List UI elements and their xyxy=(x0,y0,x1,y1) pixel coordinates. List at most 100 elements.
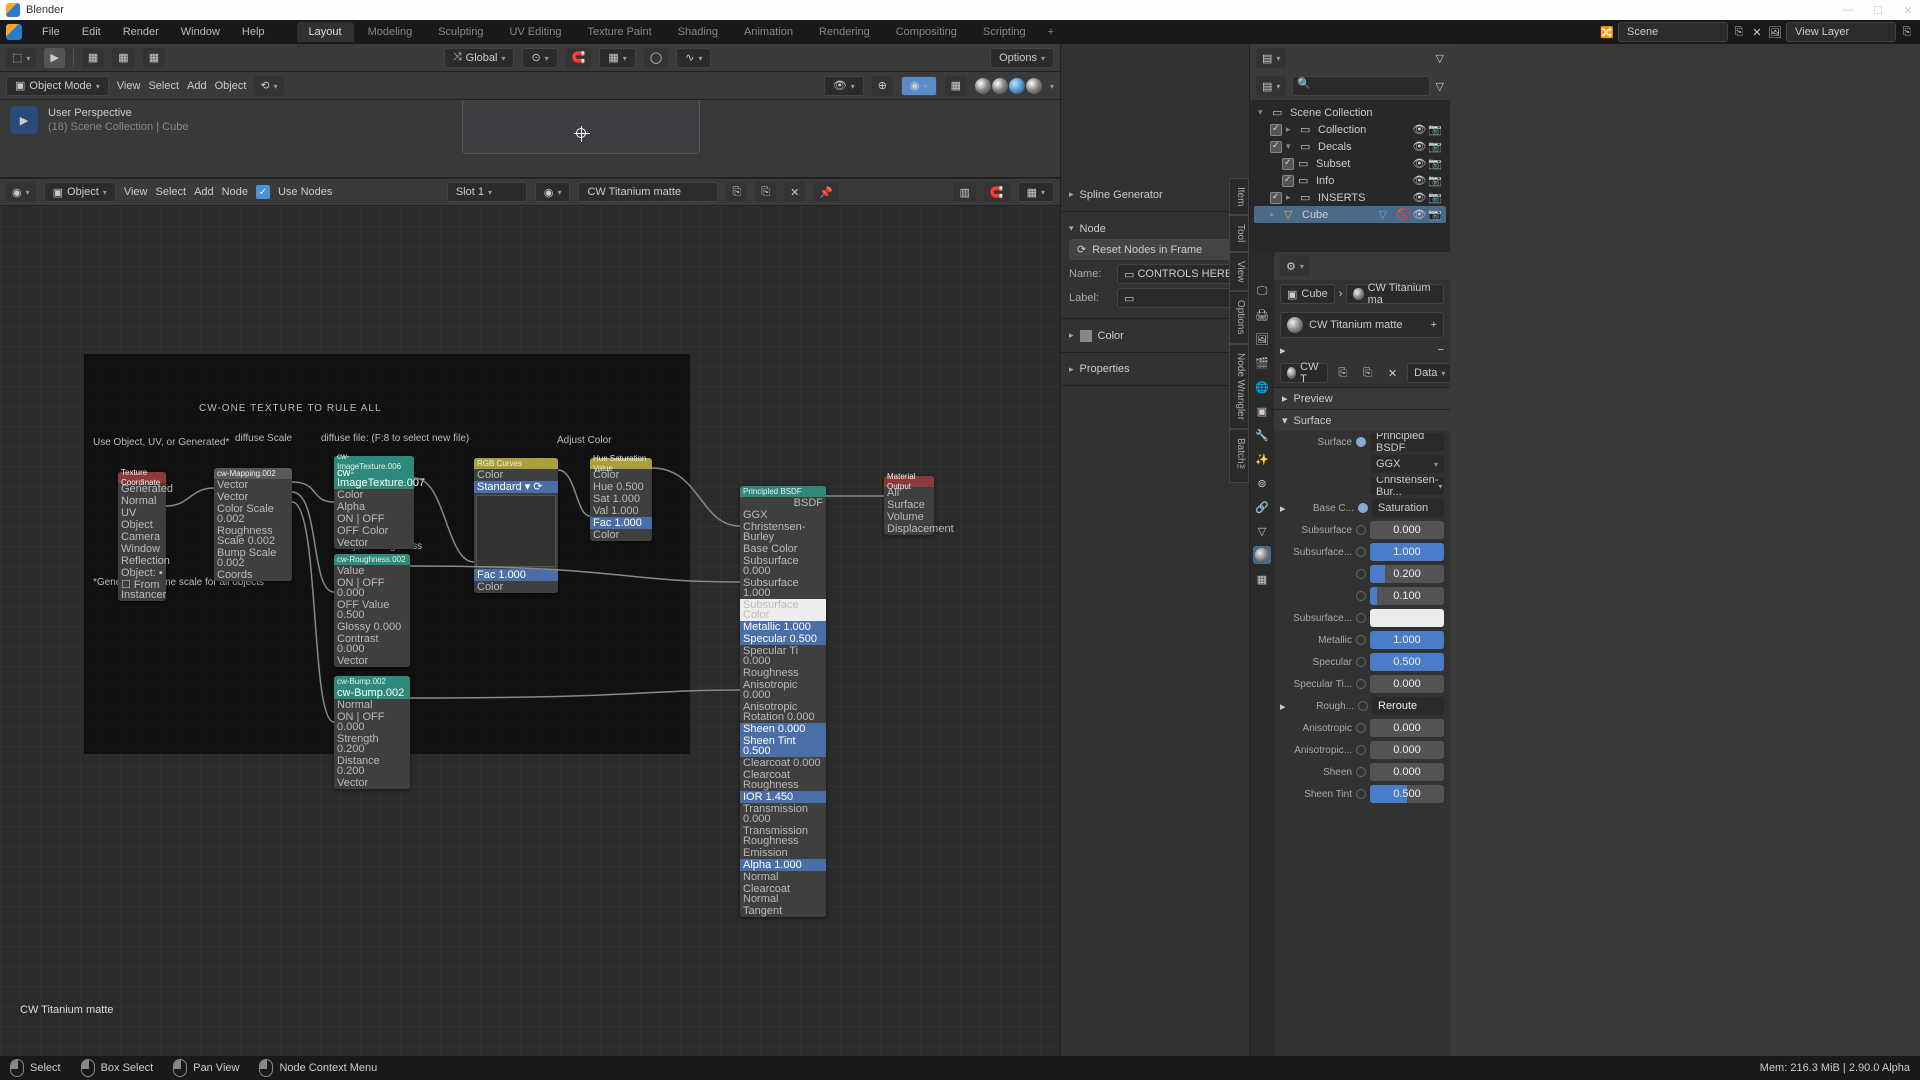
material-browse[interactable]: CW T xyxy=(1280,363,1328,383)
distribution-dropdown[interactable]: GGX xyxy=(1370,455,1444,473)
eye-icon[interactable]: 👁 xyxy=(1412,140,1426,153)
outliner-type-dropdown[interactable]: ▤ xyxy=(1256,76,1286,96)
socket-dot[interactable] xyxy=(1356,767,1366,777)
slot-dropdown[interactable]: Slot 1 xyxy=(447,182,527,202)
window-minimize-button[interactable]: — xyxy=(1842,4,1854,17)
socket-dot[interactable] xyxy=(1358,503,1368,513)
funnel-icon[interactable]: ▽ xyxy=(1436,52,1444,65)
render-icon[interactable]: 📷 xyxy=(1428,208,1442,221)
material-unlink-icon[interactable]: ✕ xyxy=(784,182,805,202)
outliner-tree[interactable]: ▾▭ Scene Collection ▸▭ Collection 👁📷 ▾▭ … xyxy=(1250,100,1450,227)
node-menu-node[interactable]: Node xyxy=(222,186,248,198)
remove-slot-button[interactable]: − xyxy=(1438,344,1444,357)
scene-browse-icon[interactable]: 🔀 xyxy=(1600,25,1614,39)
node-menu-view[interactable]: View xyxy=(124,186,148,198)
value-slider[interactable]: 0.000 xyxy=(1370,763,1444,781)
socket-dot[interactable] xyxy=(1356,789,1366,799)
value-slider[interactable]: 0.000 xyxy=(1370,741,1444,759)
ptab-material[interactable] xyxy=(1253,546,1271,564)
tab-rendering[interactable]: Rendering xyxy=(807,22,882,42)
node-image-texture-1[interactable]: cw-ImageTexture.006 cw-ImageTexture.007 … xyxy=(334,456,414,549)
tree-row-scene-collection[interactable]: ▾▭ Scene Collection xyxy=(1254,104,1446,121)
viewport-shading[interactable] xyxy=(975,78,1042,94)
filter-icon[interactable]: ▽ xyxy=(1436,80,1444,93)
shading-rendered-icon[interactable] xyxy=(1026,78,1042,94)
node-rgb-curves[interactable]: RGB Curves Color Standard ▾ ⟳ Fac 1.000C… xyxy=(474,458,558,593)
collection-checkbox[interactable] xyxy=(1270,141,1282,153)
vp-menu-add[interactable]: Add xyxy=(187,80,207,92)
shading-material-icon[interactable] xyxy=(1009,78,1025,94)
tree-row-decals[interactable]: ▾▭ Decals 👁📷 xyxy=(1254,138,1446,155)
ptab-physics[interactable]: ⊚ xyxy=(1253,474,1271,492)
snap-set-3[interactable]: ▦ xyxy=(143,48,165,68)
node-editor-canvas[interactable]: CW-ONE TEXTURE TO RULE ALL Use Object, U… xyxy=(0,206,1060,1056)
shading-wireframe-icon[interactable] xyxy=(975,78,991,94)
panel-color[interactable]: ▸Color⠇ xyxy=(1061,319,1249,353)
node-editor-type[interactable]: ◉ xyxy=(6,182,36,202)
node-hue-saturation[interactable]: Hue Saturation Value ColorHue 0.500Sat 1… xyxy=(590,458,652,541)
ptab-mesh[interactable]: ▽ xyxy=(1253,522,1271,540)
shader-dropdown[interactable]: Principled BSDF xyxy=(1370,433,1444,451)
viewlayer-field[interactable]: View Layer xyxy=(1786,22,1896,42)
render-icon[interactable]: 📷 xyxy=(1428,191,1442,204)
node-material-output[interactable]: Material Output AllSurfaceVolumeDisplace… xyxy=(884,476,934,535)
socket-dot[interactable] xyxy=(1356,569,1366,579)
socket-dot[interactable] xyxy=(1356,679,1366,689)
scene-new-icon[interactable]: ⎘ xyxy=(1732,25,1746,39)
node-bump[interactable]: cw-Bump.002 cw-Bump.002 NormalON | OFF 0… xyxy=(334,676,410,789)
ptab-viewlayer[interactable]: 🖼 xyxy=(1253,330,1271,348)
overlay-popover[interactable]: ◉ xyxy=(901,76,937,96)
proportional-falloff[interactable]: ∿ xyxy=(676,48,711,68)
active-tool-icon[interactable]: ▶ xyxy=(10,106,38,134)
tree-row-info[interactable]: ▭ Info 👁📷 xyxy=(1254,172,1446,189)
socket-dot[interactable] xyxy=(1358,701,1368,711)
tree-row-collection[interactable]: ▸▭ Collection 👁📷 xyxy=(1254,121,1446,138)
vtab-batch[interactable]: Batch™ xyxy=(1229,429,1249,484)
data-link-dropdown[interactable]: Data xyxy=(1407,363,1450,383)
expand-icon[interactable]: ▸ xyxy=(1280,502,1290,515)
expand-icon[interactable]: ▸ xyxy=(1280,344,1292,357)
material-copy-icon[interactable]: ⎘ xyxy=(755,182,776,202)
node-menu-add[interactable]: Add xyxy=(194,186,214,198)
value-slider[interactable]: 1.000 xyxy=(1370,631,1444,649)
value-slider[interactable]: 0.200 xyxy=(1370,565,1444,583)
render-icon[interactable]: 📷 xyxy=(1428,157,1442,170)
proportional-edit[interactable]: ◯ xyxy=(644,48,668,68)
socket-dot[interactable] xyxy=(1356,437,1366,447)
snap-element[interactable]: ▦ xyxy=(599,48,635,68)
socket-dot[interactable] xyxy=(1356,657,1366,667)
tree-row-subset[interactable]: ▭ Subset 👁📷 xyxy=(1254,155,1446,172)
tab-scripting[interactable]: Scripting xyxy=(971,22,1038,42)
node-principled-bsdf[interactable]: Principled BSDF BSDF GGXChristensen-Burl… xyxy=(740,486,826,917)
display-mode-dropdown[interactable]: ▤ xyxy=(1256,48,1286,68)
sss-method-dropdown[interactable]: Christensen-Bur... xyxy=(1370,477,1444,495)
add-slot-button[interactable]: + xyxy=(1431,319,1437,331)
socket-dot[interactable] xyxy=(1356,723,1366,733)
node-snap-element[interactable]: ▦ xyxy=(1018,182,1054,202)
mat-new-icon[interactable]: ⎘ xyxy=(1357,363,1378,383)
gizmo-toggle[interactable]: ⊕ xyxy=(872,76,893,96)
material-name-field[interactable]: CW Titanium matte xyxy=(578,182,718,202)
socket-dot[interactable] xyxy=(1356,745,1366,755)
ptab-object[interactable]: ▣ xyxy=(1253,402,1271,420)
shading-options[interactable] xyxy=(1050,80,1054,92)
eye-icon[interactable]: 👁 xyxy=(1412,174,1426,187)
eye-icon[interactable]: 👁 xyxy=(1412,123,1426,136)
tab-shading[interactable]: Shading xyxy=(666,22,730,42)
snap-set-2[interactable]: ▦ xyxy=(112,48,134,68)
value-slider[interactable]: 0.000 xyxy=(1370,719,1444,737)
node-snap-icon[interactable]: 🧲 xyxy=(984,182,1010,202)
socket-dot[interactable] xyxy=(1356,613,1366,623)
pivot-dropdown[interactable]: ⊙ xyxy=(522,48,557,68)
ptab-output[interactable]: 🖨 xyxy=(1253,306,1271,324)
value-slider[interactable]: 0.000 xyxy=(1370,675,1444,693)
render-icon[interactable]: 📷 xyxy=(1428,174,1442,187)
node-roughness[interactable]: cw-Roughness.002 ValueON | OFF 0.000OFF … xyxy=(334,554,410,667)
window-maximize-button[interactable]: ☐ xyxy=(1872,4,1884,17)
value-slider[interactable]: 0.100 xyxy=(1370,587,1444,605)
tree-row-inserts[interactable]: ▸▭ INSERTS 👁📷 xyxy=(1254,189,1446,206)
vtab-options[interactable]: Options xyxy=(1229,291,1249,343)
vtab-item[interactable]: Item xyxy=(1229,178,1249,215)
vtab-tool[interactable]: Tool xyxy=(1229,215,1249,251)
material-slot[interactable]: CW Titanium matte + xyxy=(1280,312,1444,338)
